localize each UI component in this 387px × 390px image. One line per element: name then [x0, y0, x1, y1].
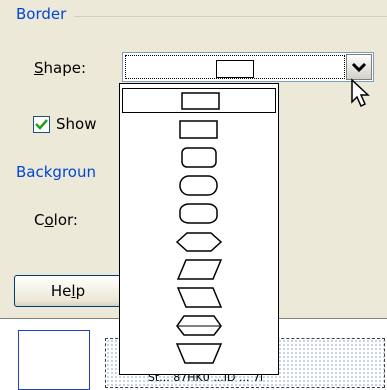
checkmark-icon	[35, 119, 48, 130]
rounded-rectangle-tall-shape-icon	[179, 203, 218, 224]
dropdown-item-rounded-rectangle[interactable]	[122, 145, 276, 170]
color-label: Color:	[34, 211, 78, 229]
rounded-rectangle-shape-icon	[181, 147, 217, 168]
color-label-rest: lor:	[53, 211, 78, 229]
rectangle-shape-icon	[179, 120, 218, 139]
parallelogram-shape-icon	[176, 259, 223, 280]
dropdown-button[interactable]	[346, 54, 372, 80]
hexagon-shape-icon	[175, 232, 223, 252]
combo-selected-area	[125, 55, 345, 79]
preview-node-left	[18, 330, 90, 390]
shape-dropdown-list[interactable]	[119, 83, 279, 375]
shape-label: Shape:	[34, 59, 86, 77]
trapezoid-pair-shape-icon	[176, 315, 222, 336]
dropdown-item-rectangle-selected[interactable]	[122, 88, 276, 113]
dropdown-item-trapezoid[interactable]	[122, 341, 276, 366]
help-button[interactable]: Help	[14, 275, 122, 307]
dropdown-item-hexagon[interactable]	[122, 229, 276, 254]
trapezoid-shape-icon	[175, 343, 223, 364]
background-group-title: Backgroun	[16, 163, 96, 181]
shape-combobox[interactable]	[122, 52, 374, 82]
dropdown-item-parallelogram[interactable]	[122, 257, 276, 282]
selected-rectangle-shape	[216, 60, 254, 78]
show-checkbox[interactable]	[33, 116, 50, 133]
color-label-prefix: C	[34, 211, 45, 229]
dropdown-item-parallelogram-reverse[interactable]	[122, 285, 276, 310]
help-label-prefix: He	[50, 282, 72, 300]
rounded-rectangle-wide-shape-icon	[179, 175, 218, 196]
parallelogram-reverse-shape-icon	[176, 287, 223, 308]
dropdown-item-rounded-rectangle-wide[interactable]	[122, 173, 276, 198]
help-label-rest: p	[75, 282, 86, 300]
border-group-divider	[74, 16, 387, 17]
dropdown-item-trapezoid-pair[interactable]	[122, 313, 276, 338]
mouse-pointer-icon	[351, 78, 370, 108]
show-checkbox-label[interactable]: Show	[56, 115, 96, 133]
border-group-title: Border	[16, 5, 67, 23]
shape-label-accel: S	[34, 59, 44, 77]
dropdown-item-rounded-rectangle-tall[interactable]	[122, 201, 276, 226]
dropdown-item-rectangle[interactable]	[122, 117, 276, 142]
rectangle-shape-icon	[181, 92, 220, 110]
chevron-down-icon	[351, 62, 367, 73]
color-label-accel: o	[44, 211, 54, 229]
shape-label-rest: hape:	[43, 59, 87, 77]
